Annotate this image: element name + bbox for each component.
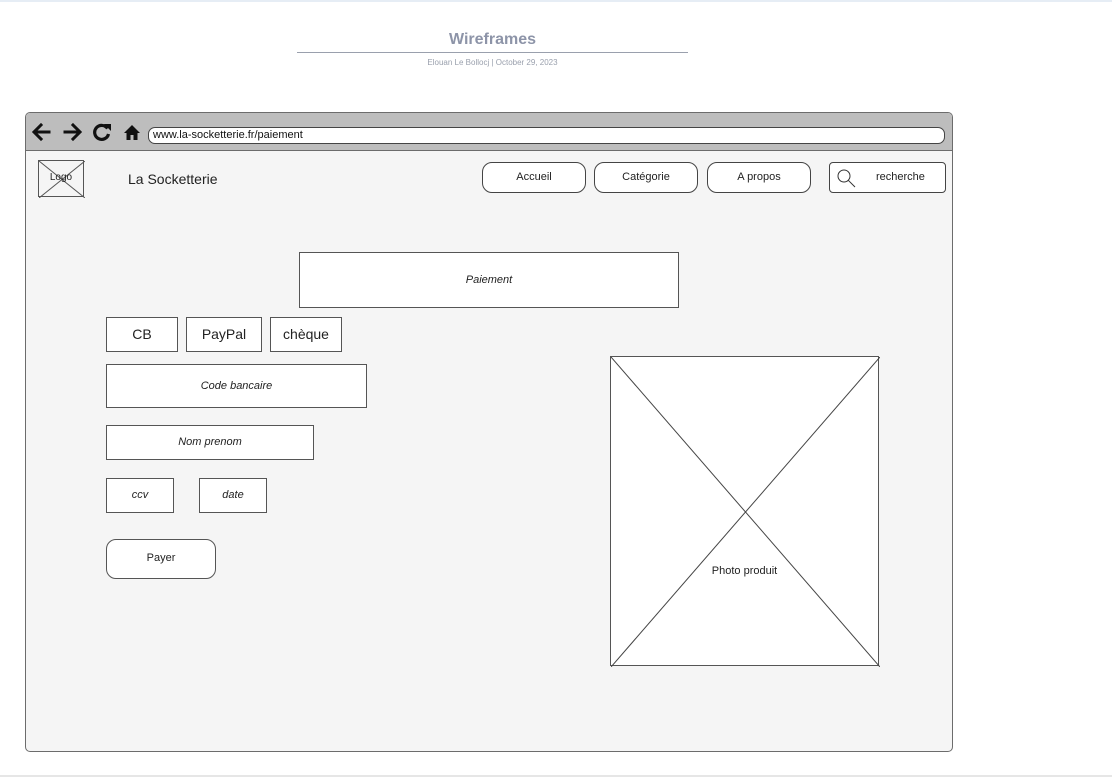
product-photo-label: Photo produit [711, 565, 778, 577]
product-photo-placeholder: Photo produit [610, 356, 880, 667]
logo-label: Logo [49, 172, 73, 183]
nav-button-accueil[interactable]: Accueil [482, 162, 586, 193]
title-divider [297, 52, 688, 53]
forward-arrow-icon[interactable] [63, 122, 83, 142]
payment-method-cb[interactable]: CB [106, 317, 178, 352]
document-meta: Elouan Le Bollocj | October 29, 2023 [427, 58, 558, 67]
cvv-field[interactable]: ccv [106, 478, 174, 513]
site-name: La Socketterie [128, 171, 218, 187]
bottom-border [0, 775, 1112, 777]
search-icon [837, 169, 856, 188]
search-placeholder: recherche [876, 171, 925, 183]
url-address-field[interactable]: www.la-socketterie.fr/paiement [148, 127, 945, 144]
back-arrow-icon[interactable] [31, 122, 51, 142]
reload-icon[interactable] [92, 122, 112, 142]
browser-window: www.la-socketterie.fr/paiement Logo La S… [25, 112, 953, 752]
payment-method-cheque[interactable]: chèque [270, 317, 342, 352]
nav-button-a-propos[interactable]: A propos [707, 162, 811, 193]
search-input[interactable]: recherche [829, 162, 946, 193]
payment-title-box: Paiement [299, 252, 679, 308]
top-border [0, 0, 1112, 2]
card-code-field[interactable]: Code bancaire [106, 364, 367, 408]
browser-toolbar: www.la-socketterie.fr/paiement [26, 113, 952, 151]
pay-button[interactable]: Payer [106, 539, 216, 579]
logo-placeholder[interactable]: Logo [38, 160, 85, 198]
name-field[interactable]: Nom prenom [106, 425, 314, 460]
payment-method-paypal[interactable]: PayPal [186, 317, 262, 352]
home-icon[interactable] [122, 122, 142, 142]
date-field[interactable]: date [199, 478, 267, 513]
document-title: Wireframes [448, 31, 536, 48]
nav-button-categorie[interactable]: Catégorie [594, 162, 698, 193]
image-placeholder-icon [611, 357, 880, 667]
